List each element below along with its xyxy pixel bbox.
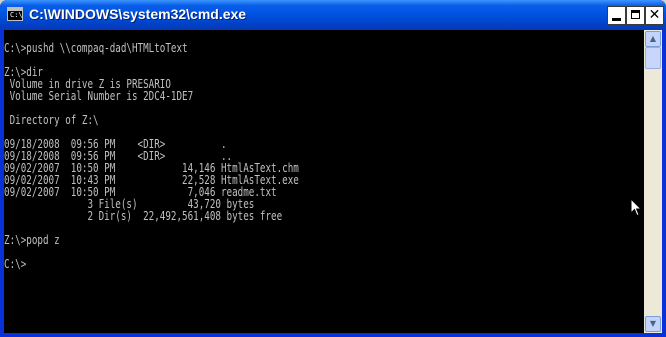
cmd-app-icon-text: C:\ <box>10 11 23 19</box>
close-icon: ✕ <box>648 7 661 23</box>
maximize-button[interactable] <box>626 6 645 25</box>
window-bottom-border <box>0 333 666 337</box>
console-output[interactable]: C:\>pushd \\compaq-dad\HTMLtoText Z:\>dir… <box>4 30 644 333</box>
vertical-scrollbar[interactable]: ▲ ▼ <box>644 30 662 333</box>
minimize-button[interactable] <box>607 6 626 25</box>
cmd-app-icon[interactable]: C:\ <box>7 7 23 21</box>
cmd-window: C:\ C:\WINDOWS\system32\cmd.exe ✕ C:\>pu… <box>0 0 666 337</box>
console-line: Directory of Z:\ <box>4 113 99 127</box>
console-line: 2 Dir(s) 22,492,561,408 bytes free <box>4 209 283 223</box>
console-line: Volume Serial Number is 2DC4-1DE7 <box>4 89 194 103</box>
console-lines: C:\>pushd \\compaq-dad\HTMLtoText Z:\>dir… <box>4 42 299 270</box>
window-title: C:\WINDOWS\system32\cmd.exe <box>29 6 247 22</box>
maximize-icon <box>631 10 640 19</box>
scroll-up-icon: ▲ <box>649 34 657 43</box>
close-button[interactable]: ✕ <box>645 6 664 25</box>
minimize-icon <box>612 18 621 21</box>
console-line: C:\> <box>4 257 27 271</box>
console-line: C:\>pushd \\compaq-dad\HTMLtoText <box>4 41 188 55</box>
scroll-thumb[interactable] <box>645 47 661 69</box>
console-line: Z:\>popd z <box>4 233 60 247</box>
scroll-down-button[interactable]: ▼ <box>645 316 661 332</box>
title-bar[interactable]: C:\ C:\WINDOWS\system32\cmd.exe ✕ <box>0 0 666 30</box>
scroll-down-icon: ▼ <box>649 319 657 328</box>
mouse-pointer-icon <box>630 198 642 217</box>
scroll-up-button[interactable]: ▲ <box>645 31 661 47</box>
